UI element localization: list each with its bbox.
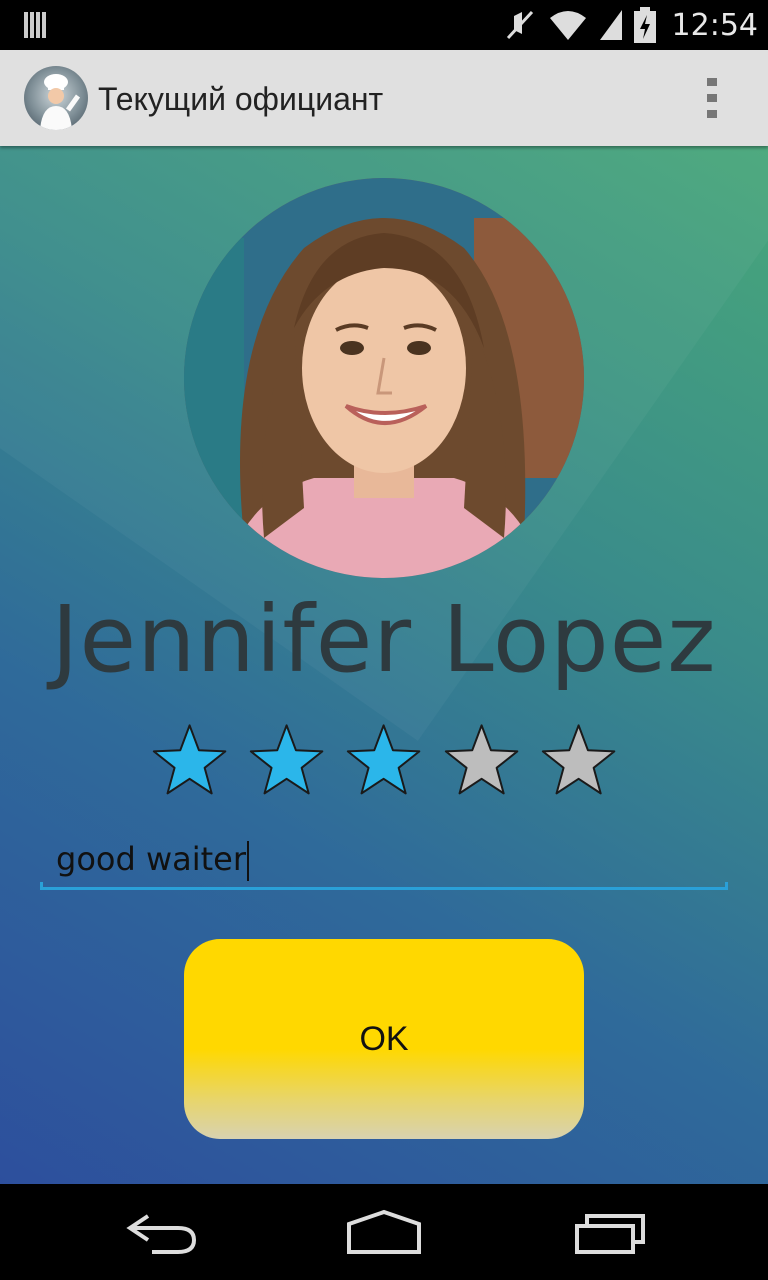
- star-filled-icon[interactable]: [247, 722, 326, 798]
- waiter-name: Jennifer Lopez: [51, 586, 717, 693]
- chef-icon[interactable]: [24, 66, 88, 130]
- screen: 12:54 Текущий официант Jennifer Lopez go…: [0, 0, 768, 1280]
- comment-underline: [40, 882, 728, 890]
- navigation-bar: [0, 1184, 768, 1280]
- rating-bar[interactable]: [150, 722, 618, 802]
- clock: 12:54: [671, 7, 758, 43]
- waiter-card: Jennifer Lopez good waiter OK: [0, 146, 768, 1184]
- status-bar: 12:54: [0, 0, 768, 50]
- star-empty-icon[interactable]: [539, 722, 618, 798]
- page-title: Текущий официант: [98, 81, 384, 117]
- comment-text[interactable]: good waiter: [56, 840, 250, 881]
- star-empty-icon[interactable]: [442, 722, 521, 798]
- recent-apps-icon[interactable]: [565, 1202, 655, 1262]
- waiter-avatar: [184, 178, 584, 578]
- mute-icon: [506, 10, 533, 40]
- signal-icon: [599, 10, 622, 40]
- wifi-icon: [549, 11, 586, 40]
- home-icon[interactable]: [339, 1202, 429, 1262]
- action-bar: Текущий официант: [0, 50, 768, 146]
- ok-button[interactable]: OK: [184, 939, 584, 1139]
- battery-charging-icon: [633, 7, 656, 43]
- overflow-menu-icon[interactable]: [698, 78, 728, 120]
- star-filled-icon[interactable]: [344, 722, 423, 798]
- text-cursor: [247, 841, 250, 881]
- notification-icon: [24, 12, 46, 38]
- comment-input[interactable]: good waiter: [40, 834, 728, 890]
- star-filled-icon[interactable]: [150, 722, 229, 798]
- back-icon[interactable]: [118, 1202, 208, 1262]
